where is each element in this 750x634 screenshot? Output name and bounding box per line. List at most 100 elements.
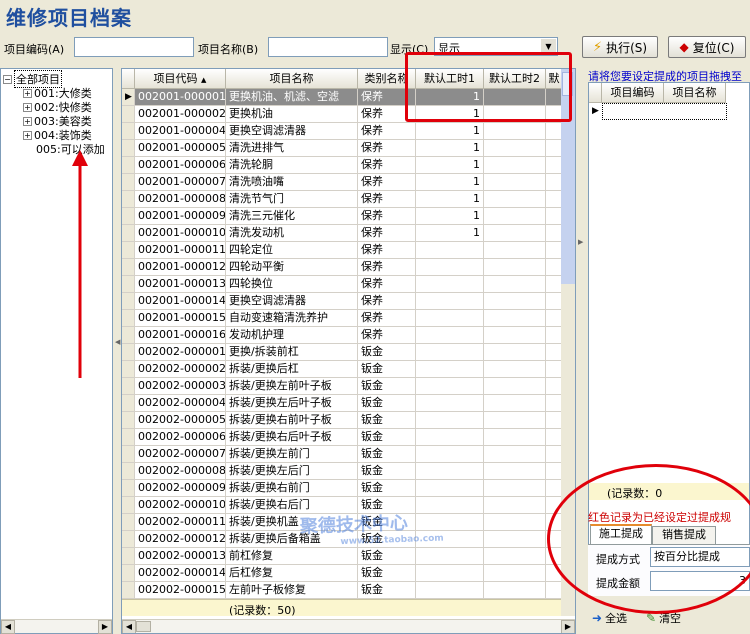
cell-name[interactable]: 拆装/更换左后门 [226,463,358,480]
cell-h1[interactable]: 1 [416,140,484,157]
cell-h1[interactable] [416,565,484,582]
cell-code[interactable]: 002002-000010 [135,497,226,514]
cell-code[interactable]: 002002-000015 [135,582,226,599]
table-row[interactable]: 002002-000003 拆装/更换左前叶子板 钣金 [122,378,563,395]
col-header-name[interactable]: 项目名称 [226,69,358,89]
cell-h1[interactable]: 1 [416,225,484,242]
cell-name[interactable]: 四轮动平衡 [226,259,358,276]
table-row[interactable]: 002002-000004 拆装/更换左后叶子板 钣金 [122,395,563,412]
cell-cat[interactable]: 保养 [358,140,416,157]
scroll-right-icon[interactable]: ▶ [561,620,575,633]
cell-h2[interactable] [484,582,546,599]
cell-name[interactable]: 拆装/更换左前门 [226,446,358,463]
cell-code[interactable]: 002001-000010 [135,225,226,242]
cell-h1[interactable] [416,361,484,378]
cell-h1[interactable]: 1 [416,123,484,140]
table-row[interactable]: 002002-000008 拆装/更换左后门 钣金 [122,463,563,480]
cell-h2[interactable] [484,361,546,378]
cell-h2[interactable] [484,344,546,361]
cell-code[interactable]: 002001-000011 [135,242,226,259]
cell-h1[interactable] [416,259,484,276]
cell-name[interactable]: 更换机油 [226,106,358,123]
cell-cat[interactable]: 钣金 [358,548,416,565]
cell-h2[interactable] [484,157,546,174]
table-row[interactable]: 002002-000005 拆装/更换右前叶子板 钣金 [122,412,563,429]
cell-cat[interactable]: 保养 [358,310,416,327]
cell-h2[interactable] [484,140,546,157]
cell-name[interactable]: 四轮换位 [226,276,358,293]
cell-code[interactable]: 002001-000002 [135,106,226,123]
cell-h1[interactable] [416,446,484,463]
cell-code[interactable]: 002001-000012 [135,259,226,276]
table-row[interactable]: 002001-000016 发动机护理 保养 [122,327,563,344]
table-row[interactable]: 002001-000011 四轮定位 保养 [122,242,563,259]
cell-name[interactable]: 发动机护理 [226,327,358,344]
cell-cat[interactable]: 保养 [358,293,416,310]
table-row[interactable]: 002001-000013 四轮换位 保养 [122,276,563,293]
scroll-left-icon[interactable]: ◀ [1,620,15,634]
cell-h1[interactable] [416,276,484,293]
cell-code[interactable]: 002002-000008 [135,463,226,480]
cell-code[interactable]: 002001-000015 [135,310,226,327]
cell-h1[interactable]: 1 [416,157,484,174]
cell-code[interactable]: 002002-000011 [135,514,226,531]
expand-icon[interactable]: + [23,116,32,126]
cell-h1[interactable] [416,378,484,395]
cell-h2[interactable] [484,276,546,293]
cell-name[interactable]: 清洗节气门 [226,191,358,208]
cell-cat[interactable]: 保养 [358,242,416,259]
cell-name[interactable]: 清洗轮胴 [226,157,358,174]
cell-h2[interactable] [484,174,546,191]
cell-h2[interactable] [484,446,546,463]
table-row[interactable]: 002001-000009 清洗三元催化 保养 1 [122,208,563,225]
category-tree[interactable]: − 全部项目 +001:大修类 +002:快修类 +003:美容类 +004:装饰… [0,68,113,634]
cell-h2[interactable] [484,242,546,259]
cell-h2[interactable] [484,378,546,395]
cell-h2[interactable] [484,293,546,310]
cell-h2[interactable] [484,225,546,242]
cell-code[interactable]: 002001-000005 [135,140,226,157]
cell-h2[interactable] [484,123,546,140]
cell-cat[interactable]: 钣金 [358,463,416,480]
table-row[interactable]: 002002-000015 左前叶子板修复 钣金 [122,582,563,599]
cell-h2[interactable] [484,327,546,344]
cell-cat[interactable]: 保养 [358,208,416,225]
col-header-code[interactable]: 项目代码 ▲ [135,69,226,89]
table-row[interactable]: 002001-000008 清洗节气门 保养 1 [122,191,563,208]
table-row[interactable]: 002001-000007 清洗喷油嘴 保养 1 [122,174,563,191]
cell-cat[interactable]: 钣金 [358,361,416,378]
cell-cat[interactable]: 钣金 [358,582,416,599]
cell-h1[interactable] [416,463,484,480]
cell-code[interactable]: 002001-000006 [135,157,226,174]
cell-name[interactable]: 更换/拆装前杠 [226,344,358,361]
cell-h2[interactable] [484,514,546,531]
cell-h2[interactable] [484,395,546,412]
table-row[interactable]: 002001-000010 清洗发动机 保养 1 [122,225,563,242]
cell-h1[interactable] [416,429,484,446]
table-row[interactable]: 002001-000005 清洗进排气 保养 1 [122,140,563,157]
table-row[interactable]: 002001-000015 自动变速箱清洗养护 保养 [122,310,563,327]
cell-code[interactable]: 002001-000008 [135,191,226,208]
execute-button[interactable]: ⚡ 执行(S) [582,36,658,58]
cell-name[interactable]: 四轮定位 [226,242,358,259]
table-row[interactable]: 002001-000012 四轮动平衡 保养 [122,259,563,276]
cell-h1[interactable] [416,293,484,310]
cell-h2[interactable] [484,548,546,565]
scroll-right-icon[interactable]: ▶ [98,620,112,634]
select-all-button[interactable]: ➜ 全选 [592,610,627,626]
name-input[interactable] [268,37,388,57]
cell-h1[interactable]: 1 [416,208,484,225]
cell-h2[interactable] [484,429,546,446]
cell-code[interactable]: 002002-000013 [135,548,226,565]
scroll-left-icon[interactable]: ◀ [122,620,136,633]
cell-code[interactable]: 002001-000016 [135,327,226,344]
cell-cat[interactable]: 钣金 [358,395,416,412]
hscroll-thumb[interactable] [136,621,151,632]
cell-h1[interactable] [416,395,484,412]
cell-h1[interactable] [416,412,484,429]
cell-h1[interactable] [416,344,484,361]
reset-button[interactable]: ◆ 复位(C) [668,36,746,58]
cell-code[interactable]: 002001-000014 [135,293,226,310]
cell-h2[interactable] [484,480,546,497]
cell-code[interactable]: 002002-000004 [135,395,226,412]
